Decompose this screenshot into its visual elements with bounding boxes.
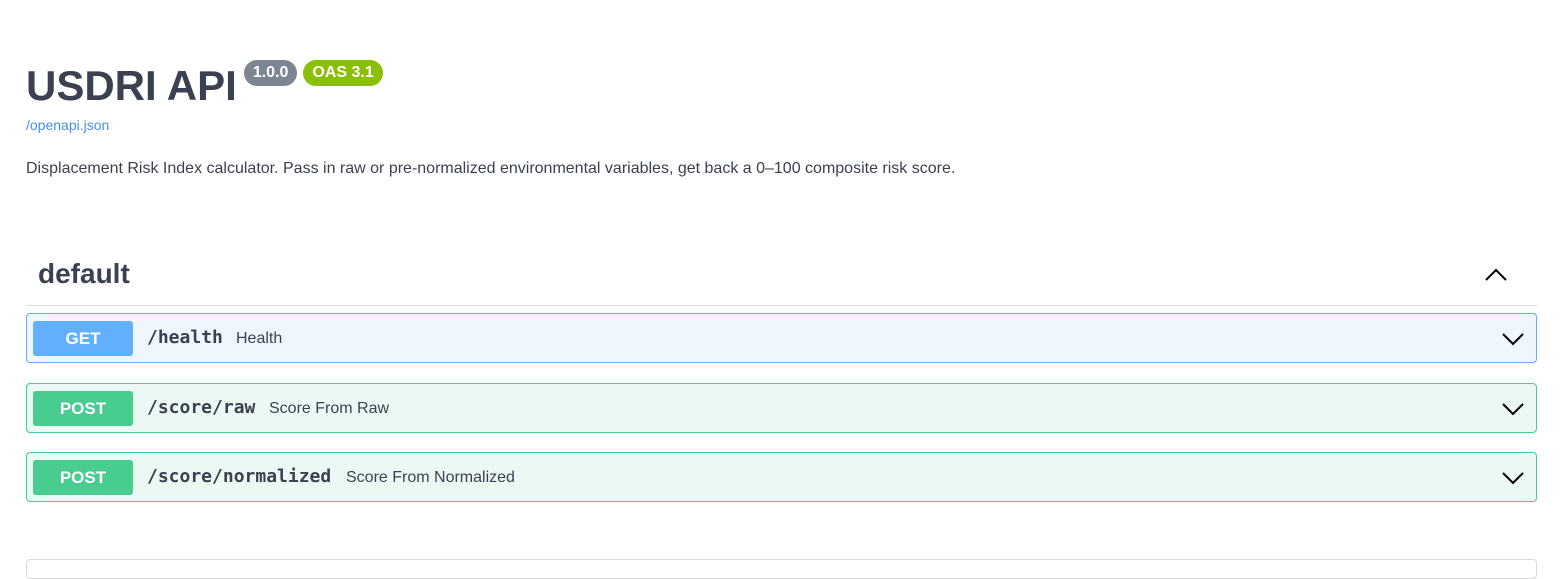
operation-get-health[interactable]: GET /health Health	[26, 313, 1537, 363]
chevron-down-icon	[1502, 403, 1524, 416]
oas-badge: OAS 3.1	[303, 60, 383, 86]
openapi-spec-link[interactable]: /openapi.json	[26, 117, 109, 133]
operation-path: /score/normalized	[147, 466, 332, 487]
title-row: USDRI API 1.0.0 OAS 3.1	[26, 58, 383, 114]
tag-header[interactable]: default	[26, 244, 1537, 306]
operation-summary: Health	[236, 330, 283, 347]
operation-summary: Score From Raw	[269, 400, 390, 417]
chevron-down-icon	[1502, 333, 1524, 346]
expand-operation-button[interactable]	[1498, 394, 1528, 424]
method-badge: GET	[33, 321, 133, 356]
method-badge: POST	[33, 460, 133, 495]
api-title: USDRI API	[26, 62, 237, 109]
expand-operation-button[interactable]	[1498, 463, 1528, 493]
operation-path: /health	[147, 327, 223, 348]
operation-path: /score/raw	[147, 397, 256, 418]
operation-summary: Score From Normalized	[346, 469, 515, 486]
expand-operation-button[interactable]	[1498, 324, 1528, 354]
operation-post-score-raw[interactable]: POST /score/raw Score From Raw	[26, 383, 1537, 433]
api-description: Displacement Risk Index calculator. Pass…	[26, 160, 956, 177]
tag-name: default	[38, 258, 130, 289]
chevron-up-icon	[1485, 268, 1507, 281]
collapse-tag-button[interactable]	[1481, 260, 1511, 290]
method-badge: POST	[33, 391, 133, 426]
version-badge: 1.0.0	[243, 60, 298, 86]
chevron-down-icon	[1502, 472, 1524, 485]
schemas-section-edge	[26, 559, 1537, 579]
operation-post-score-normalized[interactable]: POST /score/normalized Score From Normal…	[26, 452, 1537, 502]
tag-section-default: default GET /health Health POST /score/r…	[26, 244, 1537, 502]
